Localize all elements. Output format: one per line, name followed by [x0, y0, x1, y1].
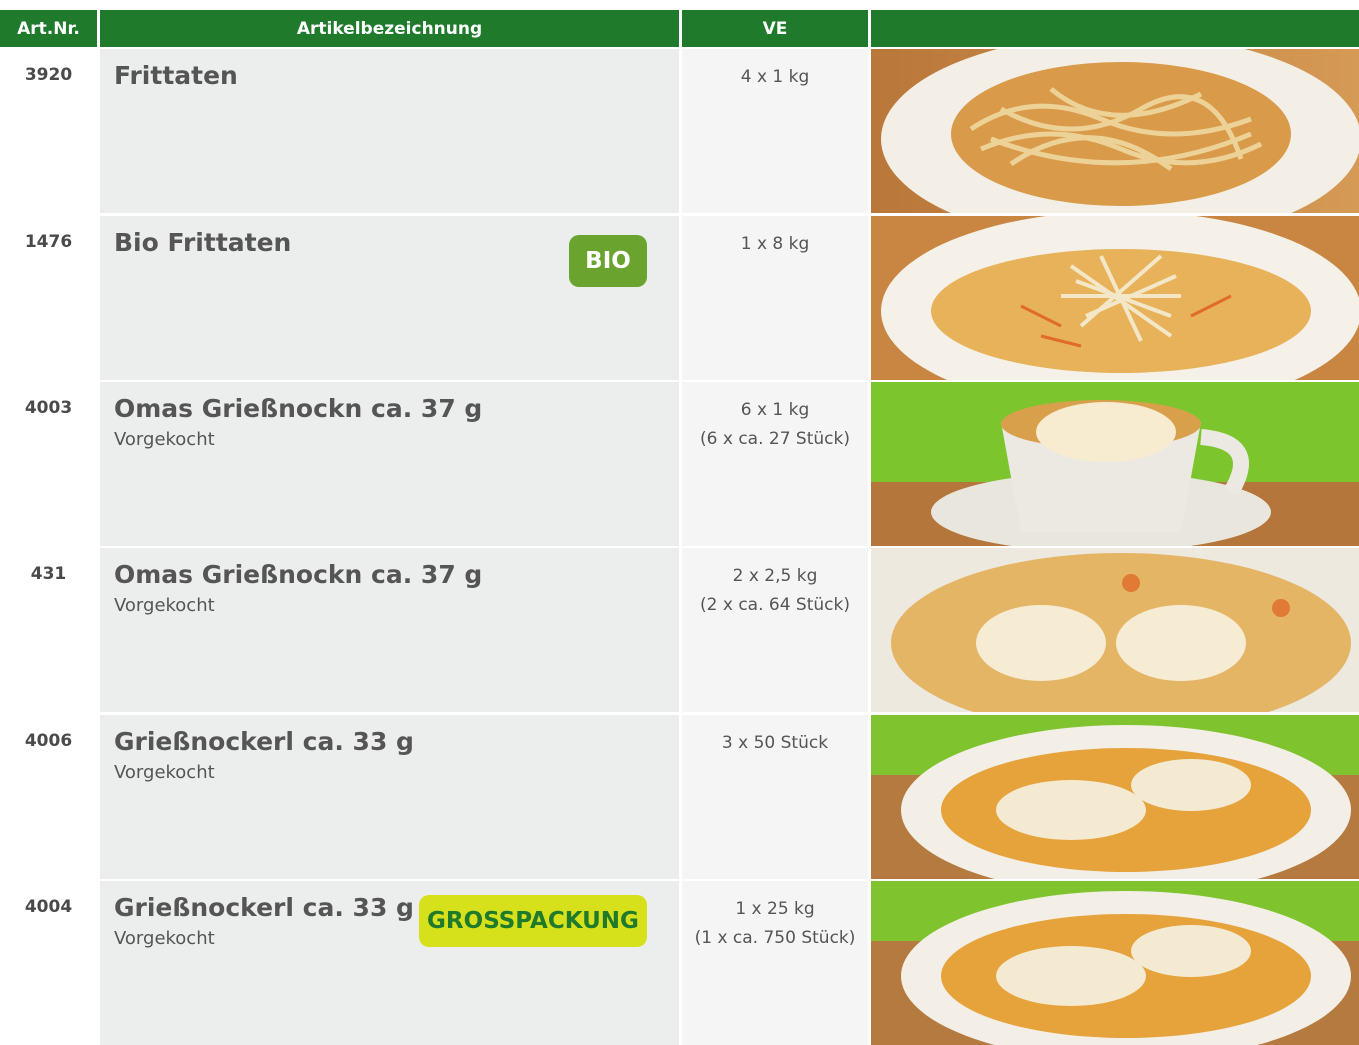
table-row: 3920 Frittaten 4 x 1 kg [0, 49, 1359, 213]
art-nr: 3920 [24, 65, 73, 85]
product-name: Bio Frittaten [114, 228, 292, 257]
product-image-griessnockerl-grosspackung [871, 881, 1359, 1045]
product-name: Grießnockerl ca. 33 g [114, 893, 414, 922]
header-image-column [871, 10, 1359, 47]
product-image-bio-frittaten [871, 216, 1359, 380]
product-image-griessnockn-bowl [871, 548, 1359, 712]
art-nr: 4004 [24, 897, 73, 917]
ve-pieces: (1 x ca. 750 Stück) [694, 928, 856, 948]
header-ve: VE [682, 10, 868, 47]
product-image-frittaten [871, 49, 1359, 213]
art-nr: 1476 [24, 232, 73, 252]
product-subtitle: Vorgekocht [114, 595, 215, 616]
product-subtitle: Vorgekocht [114, 429, 215, 450]
bio-badge: BIO [569, 235, 647, 287]
table-row: 4004 Grießnockerl ca. 33 g Vorgekocht GR… [0, 881, 1359, 1045]
ve-pieces: (2 x ca. 64 Stück) [700, 595, 850, 615]
table-row: 431 Omas Grießnockn ca. 37 g Vorgekocht … [0, 548, 1359, 712]
product-name: Frittaten [114, 61, 238, 90]
ve-pieces: (6 x ca. 27 Stück) [700, 429, 850, 449]
grosspackung-badge: GROSSPACKUNG [419, 895, 647, 947]
header-art-nr: Art.Nr. [0, 10, 97, 47]
product-subtitle: Vorgekocht [114, 928, 215, 949]
product-image-griessnockerl [871, 715, 1359, 879]
header-artikelbezeichnung: Artikelbezeichnung [100, 10, 679, 47]
art-nr: 4006 [24, 731, 73, 751]
art-nr: 431 [30, 564, 67, 584]
table-row: 4003 Omas Grießnockn ca. 37 g Vorgekocht… [0, 382, 1359, 546]
product-image-griessnockn-cup [871, 382, 1359, 546]
ve-quantity: 4 x 1 kg [740, 67, 810, 87]
ve-quantity: 2 x 2,5 kg [732, 566, 818, 586]
product-subtitle: Vorgekocht [114, 762, 215, 783]
product-table: Art.Nr. Artikelbezeichnung VE 3920 Fritt… [0, 0, 1359, 1045]
art-nr: 4003 [24, 398, 73, 418]
table-row: 1476 Bio Frittaten BIO 1 x 8 kg [0, 216, 1359, 380]
ve-quantity: 3 x 50 Stück [721, 733, 829, 753]
product-name: Omas Grießnockn ca. 37 g [114, 394, 483, 423]
product-name: Omas Grießnockn ca. 37 g [114, 560, 483, 589]
table-row: 4006 Grießnockerl ca. 33 g Vorgekocht 3 … [0, 715, 1359, 879]
ve-quantity: 6 x 1 kg [740, 400, 810, 420]
product-name: Grießnockerl ca. 33 g [114, 727, 414, 756]
ve-quantity: 1 x 8 kg [740, 234, 810, 254]
ve-quantity: 1 x 25 kg [735, 899, 815, 919]
